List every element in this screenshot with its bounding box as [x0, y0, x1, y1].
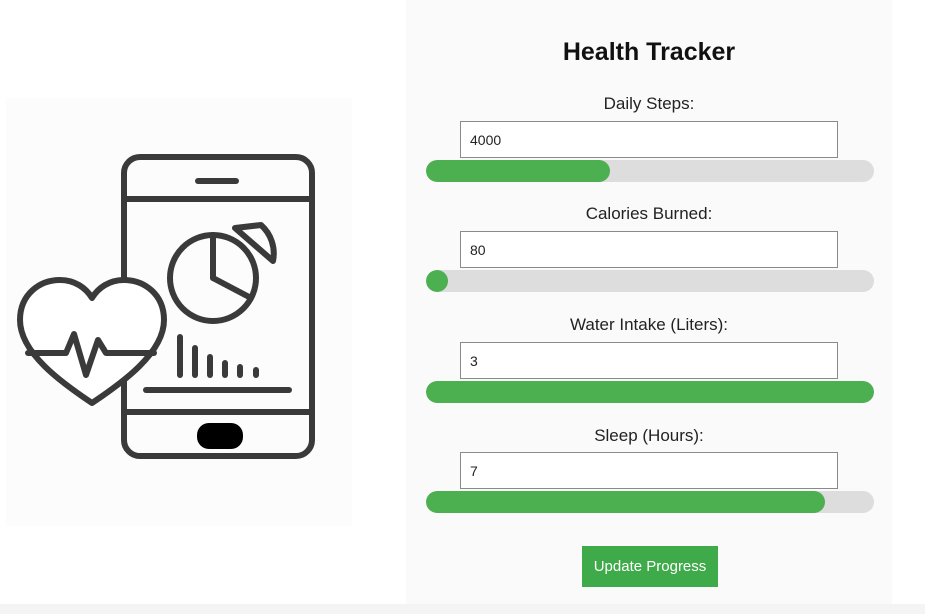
heart-icon	[17, 277, 167, 406]
water-intake-input[interactable]	[460, 342, 838, 379]
calories-burned-progress-bar	[426, 270, 874, 292]
calories-burned-label: Calories Burned:	[585, 204, 713, 223]
water-intake-progress-bar	[426, 381, 874, 403]
calories-burned-input[interactable]	[460, 231, 838, 268]
sleep-hours-progress-fill	[426, 491, 825, 513]
update-progress-button[interactable]: Update Progress	[582, 546, 718, 587]
sleep-hours-input[interactable]	[460, 452, 838, 489]
sleep-hours-progress-bar	[426, 491, 874, 513]
water-intake-label: Water Intake (Liters):	[569, 315, 729, 334]
daily-steps-progress-fill	[426, 160, 610, 182]
sleep-hours-label: Sleep (Hours):	[594, 426, 704, 445]
health-app-illustration	[6, 98, 352, 526]
daily-steps-input[interactable]	[460, 121, 838, 158]
daily-steps-progress-bar	[426, 160, 874, 182]
page-title: Health Tracker	[562, 38, 736, 66]
phone-health-icon	[17, 154, 315, 459]
daily-steps-label: Daily Steps:	[603, 94, 695, 113]
home-button-icon	[197, 423, 243, 449]
health-tracker-panel: Health Tracker Daily Steps: Calories Bur…	[406, 0, 892, 604]
bottom-strip	[0, 604, 925, 614]
calories-burned-progress-fill	[426, 270, 449, 292]
water-intake-progress-fill	[426, 381, 874, 403]
